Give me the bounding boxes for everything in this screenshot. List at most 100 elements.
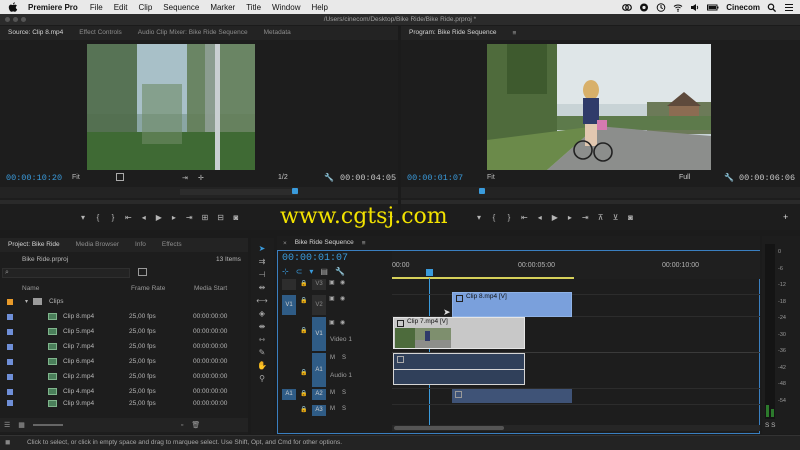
list-view-icon[interactable]: ☰ <box>4 421 10 429</box>
insert-icon[interactable]: ⊞ <box>202 213 209 222</box>
eye-icon[interactable]: ◉ <box>340 279 345 286</box>
program-timecode[interactable]: 00:00:01:07 <box>407 173 463 183</box>
clip-7-video[interactable]: Clip 7.mp4 [V] <box>393 317 525 349</box>
program-step-back-icon[interactable]: ◂ <box>537 213 543 222</box>
list-item[interactable]: Clip 2.mp4 25,00 fps 00:00:00:00 <box>0 369 248 384</box>
window-controls[interactable] <box>5 17 26 22</box>
source-v1-patch[interactable]: V1 <box>282 295 296 315</box>
list-item[interactable]: Clip 4.mp4 25,00 fps 00:00:00:00 <box>0 384 248 399</box>
menu-window[interactable]: Window <box>272 3 300 12</box>
meter-solo-buttons[interactable]: S S <box>765 422 775 429</box>
solo-button[interactable]: S <box>342 355 346 361</box>
tab-source[interactable]: Source: Clip 8.mp4 <box>0 26 71 40</box>
timeline-menu-icon[interactable]: ≡ <box>362 240 366 247</box>
list-item[interactable]: Clip 5.mp4 25,00 fps 00:00:00:00 <box>0 324 248 339</box>
trash-icon[interactable]: 🗑 <box>191 421 200 429</box>
spotlight-icon[interactable] <box>767 2 777 12</box>
source-time-ruler[interactable] <box>0 187 398 198</box>
solo-button[interactable]: S <box>342 406 346 412</box>
folder-row[interactable]: ▾ Clips <box>0 294 248 309</box>
lock-icon[interactable]: 🔒 <box>300 280 307 287</box>
timeline-timecode[interactable]: 00:00:01:07 <box>282 253 348 264</box>
eye-icon[interactable]: ◉ <box>340 319 345 326</box>
program-mark-in-icon[interactable]: { <box>491 213 497 222</box>
tab-audio-clip-mixer[interactable]: Audio Clip Mixer: Bike Ride Sequence <box>130 26 256 40</box>
program-zoom-bar[interactable] <box>401 200 800 204</box>
menu-sequence[interactable]: Sequence <box>163 3 199 12</box>
play-icon[interactable]: ▶ <box>156 213 162 222</box>
add-marker-icon[interactable]: ▾ <box>80 213 86 222</box>
mute-button[interactable]: M <box>330 390 335 396</box>
lock-icon[interactable]: 🔒 <box>300 297 307 304</box>
list-item[interactable]: Clip 6.mp4 25,00 fps 00:00:00:00 <box>0 354 248 369</box>
slip-tool-icon[interactable]: ⇼ <box>256 322 268 332</box>
program-mark-out-icon[interactable]: } <box>506 213 512 222</box>
snap-icon[interactable]: ⊹ <box>282 267 289 276</box>
lock-icon[interactable]: 🔒 <box>300 369 307 376</box>
tab-effect-controls[interactable]: Effect Controls <box>71 26 130 40</box>
lift-icon[interactable]: ⊼ <box>598 213 604 222</box>
notifications-icon[interactable] <box>784 3 794 12</box>
program-time-ruler[interactable] <box>401 187 800 198</box>
time-machine-icon[interactable] <box>656 2 666 12</box>
mute-button[interactable]: M <box>330 355 335 361</box>
apple-icon[interactable] <box>8 2 18 12</box>
razor-tool-icon[interactable]: ◈ <box>256 309 268 319</box>
track-v2-target[interactable]: V2 <box>312 295 326 315</box>
step-forward-icon[interactable]: ▸ <box>171 213 177 222</box>
go-to-in-icon[interactable]: ⇤ <box>125 213 132 222</box>
tab-bike-ride-sequence[interactable]: Bike Ride Sequence <box>287 236 362 250</box>
ripple-edit-tool-icon[interactable]: ⊣ <box>256 270 268 280</box>
new-item-icon[interactable]: ▫ <box>181 422 183 429</box>
source-playhead[interactable] <box>292 188 298 194</box>
track-a2-target[interactable]: A2 <box>312 389 326 400</box>
rate-stretch-tool-icon[interactable]: ⟷ <box>256 296 268 306</box>
source-video-frame[interactable] <box>87 44 255 170</box>
timeline-settings-icon[interactable]: ▤ <box>320 267 328 276</box>
selection-tool-icon[interactable]: ➤ <box>256 244 268 254</box>
scrollbar-thumb[interactable] <box>394 426 504 430</box>
program-add-button[interactable]: + <box>783 212 788 222</box>
list-item[interactable]: Clip 9.mp4 25,00 fps 00:00:00:00 <box>0 399 248 407</box>
track-select-tool-icon[interactable]: ⇉ <box>256 257 268 267</box>
tab-program[interactable]: Program: Bike Ride Sequence <box>401 26 504 40</box>
program-step-forward-icon[interactable]: ▸ <box>567 213 573 222</box>
record-icon[interactable] <box>639 3 649 12</box>
tab-project[interactable]: Project: Bike Ride <box>0 238 68 252</box>
track-v3-target[interactable]: V3 <box>312 279 326 290</box>
export-frame-icon[interactable]: ◙ <box>233 213 239 222</box>
timeline-wrench-icon[interactable]: 🔧 <box>335 267 345 276</box>
zoom-slider[interactable] <box>32 424 63 426</box>
program-panel-menu-icon[interactable]: ≡ <box>512 30 516 37</box>
source-a1-patch[interactable]: A1 <box>282 389 296 400</box>
column-frame-rate[interactable]: Frame Rate <box>131 285 165 292</box>
rolling-edit-tool-icon[interactable]: ⇹ <box>256 283 268 293</box>
source-v3-patch[interactable] <box>282 279 296 290</box>
source-timecode[interactable]: 00:00:10:20 <box>6 173 62 183</box>
tab-info[interactable]: Info <box>127 238 154 252</box>
timeline-playhead-handle[interactable] <box>426 269 433 276</box>
column-media-start[interactable]: Media Start <box>194 285 227 292</box>
source-fit-dropdown[interactable]: Fit <box>72 174 80 181</box>
clip-8-audio[interactable] <box>452 389 572 403</box>
track-a3-target[interactable]: A3 <box>312 405 326 416</box>
source-resolution-dropdown[interactable]: 1/2 <box>278 174 288 181</box>
program-resolution-dropdown[interactable]: Full <box>679 174 690 181</box>
menu-help[interactable]: Help <box>311 3 327 12</box>
step-back-icon[interactable]: ◂ <box>141 213 147 222</box>
eye-icon[interactable]: ◉ <box>340 295 345 302</box>
work-area-bar[interactable] <box>392 277 574 279</box>
project-search-input[interactable]: ⌕ <box>2 268 130 278</box>
program-go-to-in-icon[interactable]: ⇤ <box>521 213 528 222</box>
volume-icon[interactable] <box>690 3 700 12</box>
overwrite-icon[interactable]: ⊟ <box>217 213 224 222</box>
program-playhead[interactable] <box>479 188 485 194</box>
pen-tool-icon[interactable]: ✎ <box>256 348 268 358</box>
clip-8-video[interactable]: Clip 8.mp4 [V] <box>452 292 572 317</box>
extract-icon[interactable]: ⊻ <box>613 213 619 222</box>
program-play-icon[interactable]: ▶ <box>552 213 558 222</box>
menu-file[interactable]: File <box>90 3 103 12</box>
program-go-to-out-icon[interactable]: ⇥ <box>582 213 589 222</box>
mute-button[interactable]: M <box>330 406 335 412</box>
list-item[interactable]: Clip 7.mp4 25,00 fps 00:00:00:00 <box>0 339 248 354</box>
